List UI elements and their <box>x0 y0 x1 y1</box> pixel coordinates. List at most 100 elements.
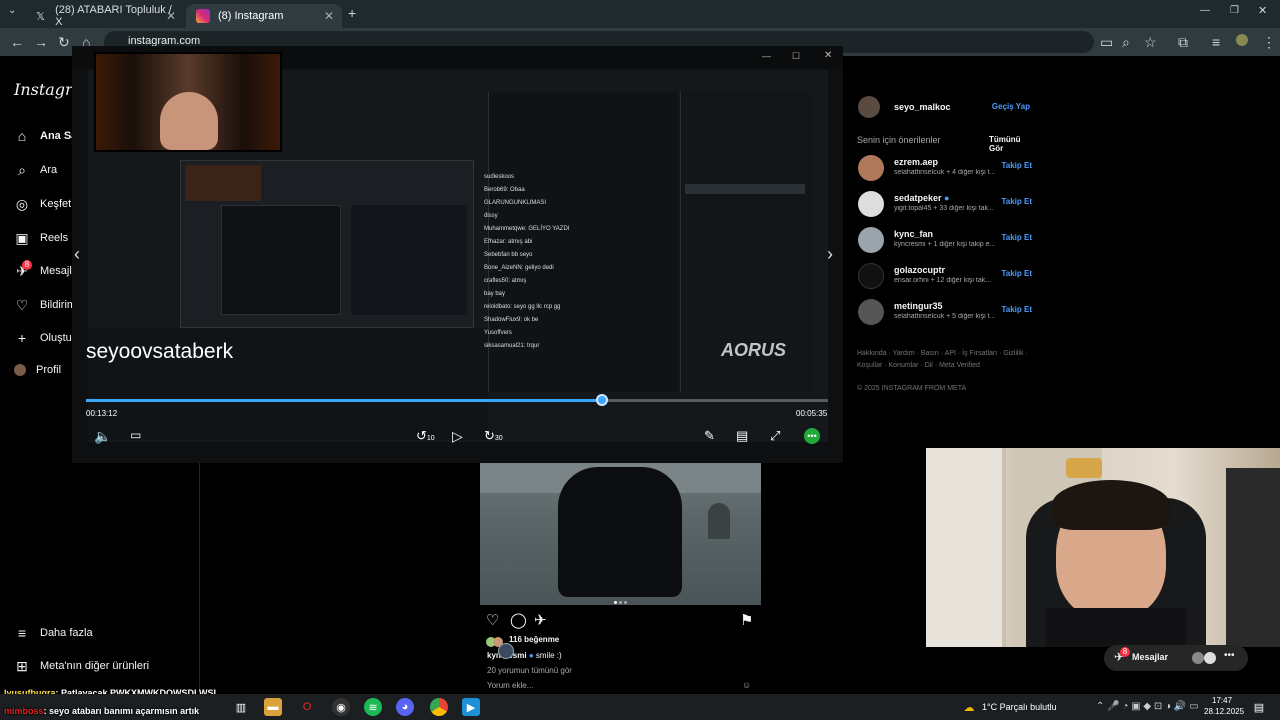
weather-text[interactable]: 1°C Parçalı bulutlu <box>982 702 1057 712</box>
see-all-link[interactable]: Tümünü Gör <box>989 135 1036 153</box>
prev-arrow-icon[interactable]: ‹ <box>74 244 80 265</box>
close-tab-icon[interactable]: ✕ <box>324 9 334 23</box>
seek-bar[interactable] <box>86 394 828 406</box>
caption-text: smile :) <box>535 651 562 660</box>
likes-count[interactable]: 116 beğenme <box>509 635 559 644</box>
switch-account-link[interactable]: Geçiş Yap <box>992 102 1030 111</box>
play-icon[interactable]: ▷ <box>452 428 463 445</box>
messages-badge: 8 <box>22 260 32 270</box>
volume-icon[interactable]: 🔈 <box>94 428 111 445</box>
avatar[interactable] <box>858 263 884 289</box>
nav-more[interactable]: ≡ Daha fazla <box>14 625 93 641</box>
follow-button[interactable]: Takip Et <box>1001 233 1032 242</box>
nav-search[interactable]: ⌕ Ara <box>14 162 57 178</box>
save-icon[interactable]: ⚑ <box>740 611 753 629</box>
stream-chat-line: sudleskoos <box>484 174 515 180</box>
chrome-icon[interactable] <box>430 698 448 716</box>
nav-profile[interactable]: Profil <box>14 364 61 376</box>
suggestion-name[interactable]: kync_fan <box>894 229 933 239</box>
emoji-icon[interactable]: ☺ <box>742 680 751 690</box>
zoom-icon[interactable]: ⌕ <box>1122 34 1130 51</box>
minimize-icon[interactable]: — <box>1200 5 1210 16</box>
seek-handle[interactable] <box>595 394 608 406</box>
add-comment-input[interactable]: Yorum ekle... <box>487 681 533 690</box>
stream-info-panel: AORUS <box>680 92 812 392</box>
current-username[interactable]: seyo_malkoc <box>894 102 951 112</box>
footer-links-1[interactable]: Hakkında · Yardım · Basın · API · İş Fır… <box>857 350 1028 357</box>
tab-label: (8) Instagram <box>218 10 284 22</box>
tray-icons[interactable]: ⌃ 🎤 ◔ ▣ ◆ ⊡ ◑ 🔊 ▭ <box>1096 701 1199 712</box>
suggestion-name[interactable]: sedatpeker ● <box>894 193 949 203</box>
new-tab-icon[interactable]: + <box>348 5 356 21</box>
suggestion-name[interactable]: metingur35 <box>894 301 943 311</box>
captions-icon[interactable]: ▭ <box>130 428 141 442</box>
follow-button[interactable]: Takip Et <box>1001 161 1032 170</box>
maximize-icon[interactable]: ☐ <box>792 51 800 62</box>
cast-icon[interactable]: ▭ <box>1100 34 1113 51</box>
follow-button[interactable]: Takip Et <box>1001 197 1032 206</box>
back-icon[interactable]: ← <box>10 34 24 50</box>
next-arrow-icon[interactable]: › <box>827 244 833 265</box>
extensions-icon[interactable]: ⧉ <box>1178 34 1188 51</box>
avatar[interactable] <box>858 299 884 325</box>
avatar[interactable] <box>858 191 884 217</box>
reload-icon[interactable]: ↻ <box>58 34 70 51</box>
footer-links-2[interactable]: Koşullar · Konumlar · Dil · Meta Verifie… <box>857 362 980 369</box>
more-options-icon[interactable]: ••• <box>804 428 820 444</box>
messages-pill[interactable]: ✈ 8 Mesajlar ••• <box>1104 645 1248 671</box>
spotify-icon[interactable]: ≋ <box>364 698 382 716</box>
nav-label: Ara <box>40 164 58 176</box>
fullscreen-icon[interactable]: ⤢ <box>770 428 780 444</box>
avatar[interactable] <box>858 96 880 118</box>
close-icon[interactable]: ✕ <box>824 50 832 61</box>
suggestion-name[interactable]: ezrem.aep <box>894 157 938 167</box>
post-image[interactable] <box>480 463 761 605</box>
app-icon[interactable]: ▶ <box>462 698 480 716</box>
comment-icon[interactable]: ◯ <box>510 611 527 629</box>
close-window-icon[interactable]: ✕ <box>1258 4 1267 17</box>
obs-icon[interactable]: ◉ <box>332 698 350 716</box>
tab-x[interactable]: 𝕏 (28) ATABARI Topluluk / X ✕ <box>24 4 184 28</box>
view-comments-link[interactable]: 20 yorumun tümünü gör <box>487 666 572 675</box>
follow-button[interactable]: Takip Et <box>1001 305 1032 314</box>
notification-icon[interactable]: ▤ <box>1250 698 1268 716</box>
minimize-icon[interactable]: — <box>762 51 771 61</box>
suggestion-row: sedatpeker ● yigit.topal45 + 33 diğer ki… <box>856 189 1036 219</box>
nav-reels[interactable]: ▣ Reels <box>14 230 68 246</box>
avatar[interactable] <box>858 227 884 253</box>
forward-icon[interactable]: → <box>34 34 48 50</box>
tab-instagram[interactable]: (8) Instagram ✕ <box>186 4 342 28</box>
reading-list-icon[interactable]: ≡ <box>1212 34 1220 50</box>
like-icon[interactable]: ♡ <box>486 611 499 629</box>
tab-search-icon[interactable]: ⌄ <box>8 5 16 16</box>
nav-explore[interactable]: ◎ Keşfet <box>14 196 71 212</box>
avatar[interactable] <box>858 155 884 181</box>
follow-button[interactable]: Takip Et <box>1001 269 1032 278</box>
skip-forward-button[interactable]: ↻30 <box>484 428 503 444</box>
file-explorer-icon[interactable]: ▬ <box>264 698 282 716</box>
profile-avatar[interactable] <box>1236 34 1248 46</box>
suggestion-name[interactable]: golazocuptr <box>894 265 945 275</box>
maximize-icon[interactable]: ❐ <box>1230 5 1239 16</box>
seek-progress <box>86 399 602 402</box>
bookmark-star-icon[interactable]: ☆ <box>1144 34 1157 51</box>
video-player-overlay[interactable]: — ☐ ✕ AORUS sudleskoos Berob69: Obaa GLARU… <box>72 46 843 463</box>
close-tab-icon[interactable]: ✕ <box>166 9 176 23</box>
suggestion-row: ezrem.aep selahattinseIcuk + 4 diğer kiş… <box>856 153 1036 183</box>
miniplayer-icon[interactable]: ▤ <box>736 428 748 444</box>
clock-time[interactable]: 17:47 <box>1212 696 1232 705</box>
home-icon: ⌂ <box>17 128 27 144</box>
task-view-icon[interactable]: ▥ <box>232 698 250 716</box>
nav-label: Profil <box>36 364 62 376</box>
opera-icon[interactable]: O <box>298 698 316 716</box>
discord-icon[interactable]: ◕ <box>396 698 414 716</box>
clock-date[interactable]: 28.12.2025 <box>1204 707 1244 716</box>
pen-icon[interactable]: ✎ <box>704 428 715 444</box>
messages-label: Mesajlar <box>1132 652 1169 662</box>
nav-label: Daha fazla <box>40 627 93 639</box>
nav-create[interactable]: + Oluştur <box>14 330 76 346</box>
nav-meta[interactable]: ⊞ Meta'nın diğer ürünleri <box>14 658 149 674</box>
share-icon[interactable]: ✈ <box>534 611 547 629</box>
menu-icon[interactable]: ⋮ <box>1262 34 1276 51</box>
skip-back-button[interactable]: ↺10 <box>416 428 435 444</box>
